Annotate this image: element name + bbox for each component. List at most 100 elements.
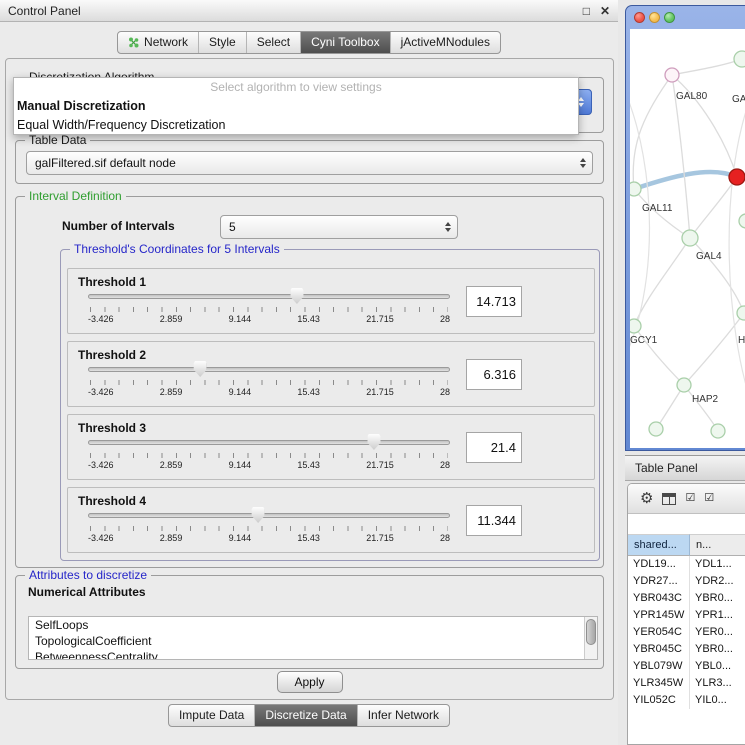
zoom-traffic-light-icon[interactable] xyxy=(664,12,675,23)
table-row[interactable]: YIL052CYIL0... xyxy=(628,692,745,709)
network-edge[interactable] xyxy=(684,385,718,431)
cell: YBL079W xyxy=(628,658,690,675)
network-node[interactable] xyxy=(711,424,725,438)
slider-scale: -3.426 2.859 9.144 15.43 21.715 28 xyxy=(88,533,450,543)
tab-infer-network[interactable]: Infer Network xyxy=(358,705,449,726)
table-row[interactable]: YDR27...YDR2... xyxy=(628,573,745,590)
scrollbar[interactable] xyxy=(584,617,597,659)
slider-scale: -3.426 2.859 9.144 15.43 21.715 28 xyxy=(88,314,450,324)
attributes-list[interactable]: SelfLoops TopologicalCoefficient Between… xyxy=(28,616,598,660)
popup-option-manual-discretization[interactable]: Manual Discretization xyxy=(14,97,578,116)
apply-button[interactable]: Apply xyxy=(277,671,343,693)
slider-track[interactable] xyxy=(88,294,450,299)
network-node[interactable] xyxy=(734,51,745,67)
group-title: Attributes to discretize xyxy=(25,568,151,582)
columns-icon[interactable] xyxy=(662,493,676,505)
network-node[interactable] xyxy=(649,422,663,436)
network-canvas[interactable]: GAL80GALGAL11GAL4GCY1HHAP2 xyxy=(630,29,745,448)
gear-icon[interactable]: ⚙ xyxy=(640,491,653,506)
table-row[interactable]: YBR043CYBR0... xyxy=(628,590,745,607)
minimize-traffic-light-icon[interactable] xyxy=(649,12,660,23)
slider-thumb[interactable] xyxy=(367,434,380,450)
scale-label: 21.715 xyxy=(366,387,394,397)
network-edge[interactable] xyxy=(672,59,742,75)
threshold-slider[interactable]: -3.426 2.859 9.144 15.43 21.715 28 xyxy=(88,358,450,404)
table-row[interactable]: YLR345WYLR3... xyxy=(628,675,745,692)
tab-impute-data[interactable]: Impute Data xyxy=(169,705,255,726)
number-of-intervals-combo[interactable]: 5 xyxy=(220,215,458,239)
table-row[interactable]: YBL079WYBL0... xyxy=(628,658,745,675)
tab-label: Discretize Data xyxy=(265,705,346,726)
tab-network[interactable]: Network xyxy=(118,32,199,53)
number-of-intervals-label: Number of Intervals xyxy=(62,219,175,233)
close-traffic-light-icon[interactable] xyxy=(634,12,645,23)
scrollbar-thumb[interactable] xyxy=(586,619,596,645)
cell: YLR3... xyxy=(690,675,745,692)
scale-label: 15.43 xyxy=(297,314,320,324)
select-all-checkbox-icon[interactable]: ☑ xyxy=(685,493,695,504)
network-node[interactable] xyxy=(729,169,745,185)
scale-label: 28 xyxy=(440,533,450,543)
tab-cyni-toolbox[interactable]: Cyni Toolbox xyxy=(301,32,390,53)
network-view-window: GAL80GALGAL11GAL4GCY1HHAP2 xyxy=(625,5,745,451)
slider-thumb[interactable] xyxy=(252,507,265,523)
list-item[interactable]: TopologicalCoefficient xyxy=(29,633,597,649)
cell: YPR145W xyxy=(628,607,690,624)
threshold-value-input[interactable] xyxy=(466,505,522,536)
slider-scale: -3.426 2.859 9.144 15.43 21.715 28 xyxy=(88,460,450,470)
minimize-icon[interactable]: □ xyxy=(583,5,590,17)
slider-thumb[interactable] xyxy=(290,288,303,304)
tab-jactivemnodules[interactable]: jActiveMNodules xyxy=(391,32,500,53)
tab-discretize-data[interactable]: Discretize Data xyxy=(255,705,357,726)
slider-track[interactable] xyxy=(88,367,450,372)
scale-label: 21.715 xyxy=(366,314,394,324)
slider-track[interactable] xyxy=(88,513,450,518)
network-node[interactable] xyxy=(737,306,745,320)
threshold-slider[interactable]: -3.426 2.859 9.144 15.43 21.715 28 xyxy=(88,504,450,550)
tab-style[interactable]: Style xyxy=(199,32,247,53)
network-node[interactable] xyxy=(630,319,641,333)
network-node[interactable] xyxy=(665,68,679,82)
tab-select[interactable]: Select xyxy=(247,32,301,53)
slider-track[interactable] xyxy=(88,440,450,445)
slider-thumb[interactable] xyxy=(194,361,207,377)
table-row[interactable]: YPR145WYPR1... xyxy=(628,607,745,624)
column-header-name[interactable]: n... xyxy=(690,534,745,556)
threshold-slider[interactable]: -3.426 2.859 9.144 15.43 21.715 28 xyxy=(88,285,450,331)
slider-ticks xyxy=(90,380,448,385)
threshold-value-input[interactable] xyxy=(466,359,522,390)
network-edge[interactable] xyxy=(684,313,744,385)
network-edge[interactable] xyxy=(690,238,744,313)
scale-label: 28 xyxy=(440,460,450,470)
threshold-value-input[interactable] xyxy=(466,432,522,463)
network-node-label: GAL xyxy=(732,94,745,105)
combo-value: galFiltered.sif default node xyxy=(35,156,176,170)
tab-label: jActiveMNodules xyxy=(401,32,490,53)
list-item[interactable]: BetweennessCentrality xyxy=(29,649,597,660)
close-icon[interactable]: ✕ xyxy=(600,5,610,17)
select-columns-checkbox-icon[interactable]: ☑ xyxy=(704,493,714,504)
column-header-shared-name[interactable]: shared... xyxy=(628,534,690,556)
attributes-group: Attributes to discretize Numerical Attri… xyxy=(15,575,604,669)
network-node[interactable] xyxy=(682,230,698,246)
network-edge[interactable] xyxy=(656,385,684,429)
thresholds-group: Threshold's Coordinates for 5 Intervals … xyxy=(60,249,600,561)
network-edge[interactable] xyxy=(729,99,745,405)
group-title: Threshold's Coordinates for 5 Intervals xyxy=(70,242,284,256)
threshold-value-input[interactable] xyxy=(466,286,522,317)
network-node[interactable] xyxy=(677,378,691,392)
table-data-combo[interactable]: galFiltered.sif default node xyxy=(26,151,593,175)
tab-label: Style xyxy=(209,32,236,53)
popup-option-equal-width-frequency[interactable]: Equal Width/Frequency Discretization xyxy=(14,116,578,135)
table-header-row: shared... n... xyxy=(628,534,745,556)
network-edge[interactable] xyxy=(633,75,672,189)
threshold-slider[interactable]: -3.426 2.859 9.144 15.43 21.715 28 xyxy=(88,431,450,477)
combo-value: 5 xyxy=(229,220,236,234)
table-row[interactable]: YER054CYER0... xyxy=(628,624,745,641)
table-row[interactable]: YBR045CYBR0... xyxy=(628,641,745,658)
network-edge[interactable] xyxy=(634,238,690,326)
network-node[interactable] xyxy=(739,214,745,228)
table-row[interactable]: YDL19...YDL1... xyxy=(628,556,745,573)
network-node[interactable] xyxy=(630,182,641,196)
list-item[interactable]: SelfLoops xyxy=(29,617,597,633)
